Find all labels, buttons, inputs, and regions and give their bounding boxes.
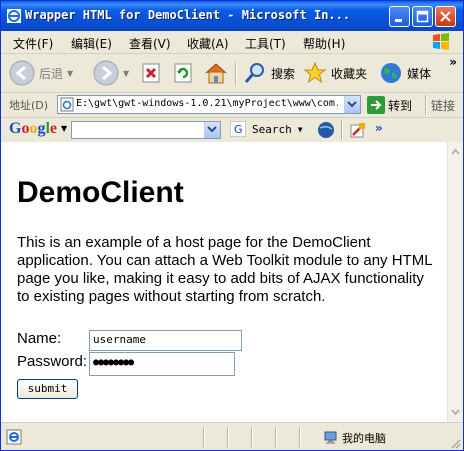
go-button[interactable]: 转到: [367, 96, 412, 114]
address-label: 地址(D): [9, 99, 49, 112]
address-dropdown-button[interactable]: [344, 96, 360, 113]
search-label: 搜索: [271, 66, 296, 81]
menu-edit[interactable]: 编辑(E): [71, 35, 112, 52]
refresh-button[interactable]: [173, 58, 195, 88]
scroll-down-icon[interactable]: [448, 404, 463, 419]
close-icon: [440, 11, 451, 22]
google-more-chevron[interactable]: »: [375, 121, 383, 135]
status-divider: [251, 427, 253, 447]
windows-logo-icon: [433, 33, 449, 50]
globe-icon[interactable]: [317, 121, 335, 139]
password-label: Password:: [17, 353, 88, 370]
minimize-icon: [395, 19, 402, 22]
page-icon: [60, 97, 74, 112]
menu-bar: 文件(F) 编辑(E) 查看(V) 收藏(A) 工具(T) 帮助(H): [1, 31, 463, 54]
refresh-icon: [174, 63, 192, 83]
home-button[interactable]: [203, 58, 229, 88]
svg-text:G: G: [234, 123, 243, 136]
media-button[interactable]: 媒体: [379, 58, 431, 88]
star-icon: [303, 61, 327, 84]
title-bar[interactable]: Wrapper HTML for DemoClient - Microsoft …: [1, 1, 463, 31]
back-label: 后退: [39, 66, 64, 81]
options-icon[interactable]: [349, 121, 367, 139]
chevron-down-icon: [347, 101, 357, 108]
toolbar-more-chevron[interactable]: »: [449, 55, 457, 69]
google-logo[interactable]: Google: [9, 120, 57, 138]
home-icon: [205, 63, 227, 84]
google-search-input[interactable]: [71, 121, 221, 139]
chevron-down-icon: [207, 126, 217, 133]
close-button[interactable]: [435, 6, 456, 27]
forward-dropdown-icon[interactable]: ▼: [123, 69, 129, 78]
toolbar-separator: [235, 62, 237, 86]
address-input[interactable]: E:\gwt\gwt-windows-1.0.21\myProject\www\…: [57, 95, 361, 114]
stop-button[interactable]: [141, 58, 163, 88]
my-computer-icon: [324, 431, 337, 444]
favorites-button[interactable]: 收藏夹: [303, 58, 367, 88]
name-label: Name:: [17, 330, 62, 347]
scroll-up-icon[interactable]: [448, 144, 463, 159]
menu-tools[interactable]: 工具(T): [245, 35, 286, 52]
media-label: 媒体: [407, 66, 432, 81]
ie-icon: [7, 9, 21, 23]
favorites-label: 收藏夹: [331, 66, 368, 81]
browser-window: Wrapper HTML for DemoClient - Microsoft …: [0, 0, 464, 451]
stop-icon: [142, 63, 160, 83]
menu-favorites[interactable]: 收藏(A): [187, 35, 229, 52]
google-divider: [341, 120, 343, 140]
google-toolbar: Google ▼ G Search ▼ »: [1, 118, 463, 143]
maximize-icon: [416, 10, 429, 23]
security-zone-label: 我的电脑: [342, 432, 386, 445]
page-heading: DemoClient: [17, 176, 184, 209]
back-button[interactable]: 后退 ▼: [9, 58, 73, 88]
back-arrow-icon: [9, 60, 35, 86]
go-arrow-icon: [367, 96, 385, 114]
minimize-button[interactable]: [389, 6, 410, 27]
google-g-icon: G: [230, 121, 246, 137]
addr-divider: [425, 95, 427, 115]
go-label: 转到: [388, 98, 413, 113]
password-input[interactable]: ●●●●●●●●: [89, 352, 235, 376]
google-search-label: Search: [252, 122, 292, 136]
forward-arrow-icon: [93, 60, 119, 86]
menu-file[interactable]: 文件(F): [13, 35, 53, 52]
menu-help[interactable]: 帮助(H): [303, 35, 345, 52]
standard-toolbar: 后退 ▼ ▼ 搜索 收藏夹 媒体 »: [1, 54, 463, 93]
resize-grip-icon[interactable]: [449, 437, 461, 449]
status-divider: [203, 427, 205, 447]
search-dropdown-icon[interactable]: ▼: [298, 125, 303, 134]
status-bar: 我的电脑: [1, 422, 463, 450]
page-content: DemoClient This is an example of a host …: [1, 142, 447, 422]
links-button[interactable]: 链接: [431, 97, 455, 114]
intro-paragraph: This is an example of a host page for th…: [17, 234, 432, 305]
media-globe-icon: [381, 63, 401, 83]
back-dropdown-icon[interactable]: ▼: [67, 69, 73, 78]
google-menu-chevron-icon[interactable]: ▼: [61, 124, 67, 133]
address-bar: 地址(D) E:\gwt\gwt-windows-1.0.21\myProjec…: [1, 93, 463, 118]
submit-button[interactable]: submit: [17, 379, 78, 399]
search-button[interactable]: 搜索: [243, 58, 295, 88]
menu-view[interactable]: 查看(V): [129, 35, 171, 52]
name-input[interactable]: username: [89, 330, 242, 351]
status-divider: [227, 427, 229, 447]
security-zone: 我的电脑: [323, 430, 386, 446]
search-icon: [244, 63, 264, 83]
address-value: E:\gwt\gwt-windows-1.0.21\myProject\www\…: [76, 98, 338, 109]
status-divider: [275, 427, 277, 447]
google-search-button[interactable]: G Search ▼: [230, 121, 303, 137]
maximize-button[interactable]: [412, 6, 433, 27]
vertical-scrollbar[interactable]: [447, 142, 463, 422]
window-title: Wrapper HTML for DemoClient - Microsoft …: [25, 8, 351, 22]
ie-page-icon: [6, 429, 22, 445]
forward-button[interactable]: ▼: [93, 58, 129, 88]
status-divider: [299, 427, 301, 447]
google-search-dropdown[interactable]: [204, 122, 220, 138]
